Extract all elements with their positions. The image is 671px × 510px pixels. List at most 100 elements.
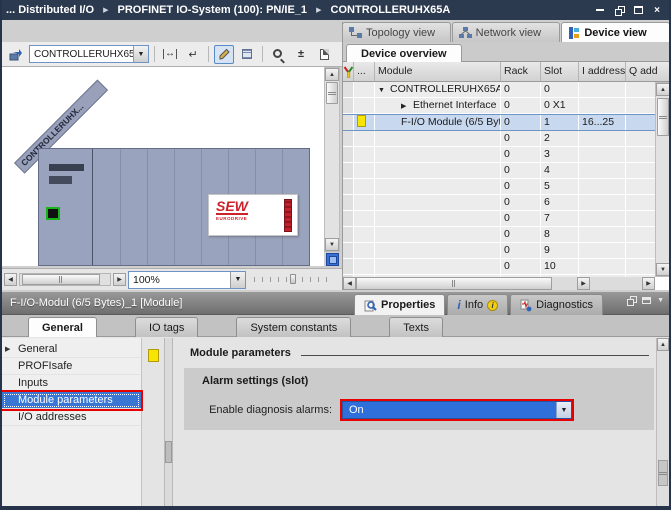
tab-info[interactable]: i Info i	[447, 294, 508, 315]
tab-system-constants[interactable]: System constants	[236, 317, 351, 337]
maximize-button[interactable]	[632, 4, 644, 16]
canvas-horizontal-scrollbar[interactable]	[19, 273, 111, 286]
dropdown-arrow-icon[interactable]: ▼	[556, 402, 571, 418]
zoom-level-combo[interactable]: 100% ▼	[128, 271, 246, 289]
scroll-up-icon[interactable]: ▲	[656, 83, 670, 96]
device-overview-row[interactable]: F-I/O Module (6/5 Bytes)_ 0 1 16...25	[343, 114, 655, 131]
tree-expand-icon[interactable]: ▶	[5, 341, 15, 358]
zoom-dropdown-icon[interactable]: ▼	[230, 272, 245, 288]
tab-general[interactable]: General	[28, 317, 97, 337]
nav-scrollbar[interactable]	[164, 338, 173, 506]
row-select-cell	[343, 259, 354, 274]
column-rack[interactable]: Rack	[501, 62, 541, 81]
slot-cell: 7	[541, 211, 579, 226]
device-overview-row[interactable]: 0 6	[343, 195, 655, 211]
breadcrumb-distributed-io[interactable]: ... Distributed I/O	[6, 4, 94, 16]
device-canvas[interactable]: CONTROLLERUHX... SEW EURODRIVE	[2, 67, 324, 266]
slot-cell: 9	[541, 243, 579, 258]
rack-cell: 0	[501, 98, 541, 113]
canvas-vertical-scrollbar[interactable]: ▲ ▼	[324, 67, 340, 252]
zoom-slider[interactable]	[254, 274, 330, 285]
scrollbar-thumb[interactable]	[657, 98, 669, 136]
column-slot[interactable]: Slot	[541, 62, 579, 81]
tree-expand-icon[interactable]: ▼	[378, 83, 390, 97]
tab-io-tags[interactable]: IO tags	[135, 317, 198, 337]
tab-texts[interactable]: Texts	[389, 317, 443, 337]
tab-topology-view[interactable]: Topology view	[342, 22, 451, 42]
scrollbar-thumb[interactable]	[165, 441, 172, 463]
device-overview-row[interactable]: ▶Ethernet Interface 0 0 X1	[343, 98, 655, 114]
scroll-right-icon[interactable]: ▶	[642, 277, 655, 290]
minimize-button[interactable]	[594, 4, 606, 16]
collapse-pane-icon[interactable]	[642, 297, 651, 304]
row-status-cell	[354, 163, 375, 178]
device-overview-row[interactable]: 0 7	[343, 211, 655, 227]
zoom-button[interactable]	[268, 45, 288, 64]
breadcrumb-controller[interactable]: CONTROLLERUHX65A	[331, 4, 451, 16]
device-overview-row[interactable]: 0 10	[343, 259, 655, 275]
nav-module-parameters[interactable]: Module parameters	[2, 392, 141, 409]
scrollbar-thumb[interactable]	[356, 277, 552, 290]
device-overview-row[interactable]: 0 9	[343, 243, 655, 259]
device-overview-row[interactable]: ▼CONTROLLERUHX65A 0 0	[343, 82, 655, 98]
tab-network-view[interactable]: Network view	[452, 22, 561, 42]
edit-mode-button[interactable]	[214, 45, 234, 64]
nav-io-addresses[interactable]: I/O addresses	[2, 409, 141, 426]
device-overview-row[interactable]: 0 2	[343, 131, 655, 147]
tree-expand-icon[interactable]: ▶	[401, 99, 413, 113]
scroll-up-icon[interactable]: ▲	[325, 68, 339, 81]
ethernet-port-icon[interactable]	[46, 207, 60, 220]
scroll-up-icon[interactable]: ▲	[657, 338, 669, 351]
device-overview-row[interactable]: 0 5	[343, 179, 655, 195]
close-button[interactable]: ×	[651, 4, 663, 16]
zoom-levels-button[interactable]: ±	[291, 45, 311, 64]
device-selector-dropdown-icon[interactable]: ▼	[133, 46, 148, 62]
zoom-slider-thumb[interactable]	[290, 274, 296, 284]
nav-profisafe[interactable]: PROFIsafe	[2, 358, 141, 375]
fit-width-button[interactable]: ↔	[160, 45, 180, 64]
scroll-left-icon[interactable]: ◀	[4, 273, 17, 286]
module-filter-icon	[343, 66, 353, 78]
row-status-cell	[354, 82, 375, 97]
device-selector[interactable]: CONTROLLERUHX65A ▼	[29, 45, 149, 63]
scroll-right-icon[interactable]: ▶	[577, 277, 590, 290]
chevron-down-icon[interactable]: ▼	[657, 297, 664, 304]
table-vertical-scrollbar[interactable]: ▲ ▼	[655, 82, 671, 277]
show-addresses-button[interactable]: ↵	[183, 45, 203, 64]
column-dots[interactable]: ...	[354, 62, 375, 81]
page-breaks-button[interactable]	[314, 45, 334, 64]
scroll-down-icon[interactable]: ▼	[325, 238, 339, 251]
nav-inputs[interactable]: Inputs	[2, 375, 141, 392]
tab-properties[interactable]: Properties	[354, 294, 445, 315]
tab-device-view[interactable]: Device view	[561, 22, 670, 42]
scroll-left-icon[interactable]: ◀	[343, 277, 356, 290]
breadcrumb-profinet-system[interactable]: PROFINET IO-System (100): PN/IE_1	[118, 4, 308, 16]
change-device-button[interactable]	[6, 45, 26, 64]
nav-general[interactable]: ▶ General	[2, 341, 141, 358]
device-rack[interactable]: SEW EURODRIVE	[38, 148, 310, 266]
scrollbar-thumb[interactable]	[22, 274, 100, 285]
float-pane-icon[interactable]	[627, 296, 636, 305]
restore-button[interactable]	[613, 4, 625, 16]
scroll-right-icon[interactable]: ▶	[113, 273, 126, 286]
device-overview-row[interactable]: 0 4	[343, 163, 655, 179]
device-overview-row[interactable]: 0 8	[343, 227, 655, 243]
column-q-address[interactable]: Q add	[626, 62, 671, 81]
tab-diagnostics[interactable]: Diagnostics	[510, 294, 603, 315]
scrollbar-thumb[interactable]	[658, 460, 668, 486]
module-cell	[375, 259, 501, 274]
table-horizontal-scrollbar[interactable]: ◀ ▶ ▶	[343, 277, 655, 290]
column-module[interactable]: Module	[375, 62, 501, 81]
split-view-icon[interactable]	[326, 253, 339, 266]
rack-head-module[interactable]	[39, 149, 93, 265]
column-i-address[interactable]: I address	[579, 62, 626, 81]
tab-device-overview[interactable]: Device overview	[346, 44, 462, 62]
scrollbar-thumb[interactable]	[326, 82, 338, 104]
scroll-down-icon[interactable]: ▼	[656, 263, 670, 276]
grid-view-button[interactable]	[237, 45, 257, 64]
device-overview-row[interactable]: 0 3	[343, 147, 655, 163]
row-status-cell	[354, 243, 375, 258]
rack-slots[interactable]: SEW EURODRIVE	[94, 149, 309, 265]
content-scrollbar[interactable]: ▲	[656, 338, 669, 506]
enable-diagnosis-alarms-select[interactable]: On ▼	[342, 401, 572, 419]
